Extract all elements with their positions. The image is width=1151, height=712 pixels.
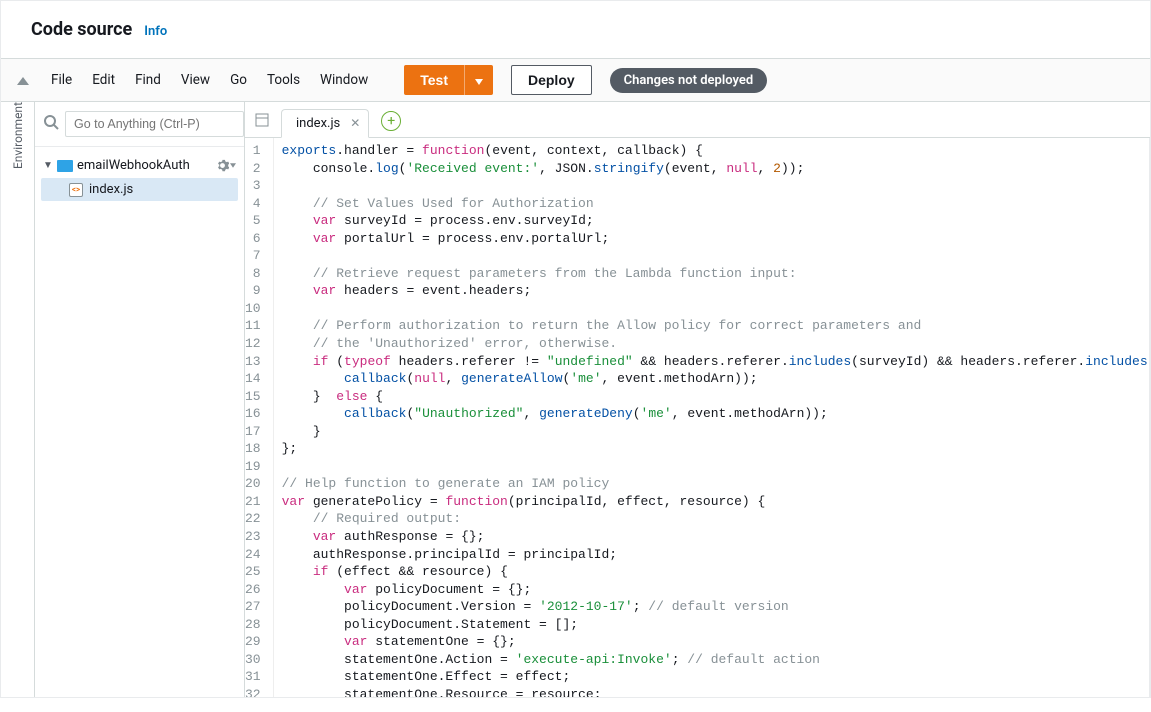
line-number: 17 xyxy=(245,423,267,441)
collapse-toggle-icon[interactable] xyxy=(11,68,35,92)
line-number: 29 xyxy=(245,633,267,651)
app-frame: Code source Info File Edit Find View Go … xyxy=(0,0,1151,698)
tab-indexjs[interactable]: index.js ✕ xyxy=(281,109,369,138)
panel-header: Code source Info xyxy=(1,1,1150,58)
line-number: 31 xyxy=(245,668,267,686)
test-button[interactable]: Test xyxy=(404,65,464,95)
sidebar-tab-label: Environment xyxy=(11,102,25,185)
goto-search-row xyxy=(35,102,244,147)
search-icon[interactable] xyxy=(43,114,59,134)
line-number: 1 xyxy=(245,142,267,160)
line-number: 16 xyxy=(245,405,267,423)
folder-icon xyxy=(57,160,73,172)
tab-list-icon[interactable] xyxy=(253,111,271,129)
menu-find[interactable]: Find xyxy=(135,72,161,88)
line-number: 25 xyxy=(245,563,267,581)
line-number: 5 xyxy=(245,212,267,230)
line-number: 19 xyxy=(245,458,267,476)
line-number: 12 xyxy=(245,335,267,353)
line-number: 27 xyxy=(245,598,267,616)
file-tree: ▼ emailWebhookAuth <> index.js xyxy=(35,147,244,209)
menu-go[interactable]: Go xyxy=(230,72,247,88)
code-editor[interactable]: 1234567891011121314151617181920212223242… xyxy=(245,138,1150,697)
goto-input[interactable] xyxy=(65,111,244,137)
close-tab-icon[interactable]: ✕ xyxy=(350,116,360,130)
test-dropdown[interactable] xyxy=(464,65,493,95)
line-number: 6 xyxy=(245,230,267,248)
tab-label: index.js xyxy=(296,116,340,131)
line-number: 4 xyxy=(245,195,267,213)
line-number: 13 xyxy=(245,353,267,371)
tree-folder-root[interactable]: ▼ emailWebhookAuth xyxy=(41,155,238,176)
line-number: 10 xyxy=(245,300,267,318)
line-number: 23 xyxy=(245,528,267,546)
line-number: 21 xyxy=(245,493,267,511)
tree-file-indexjs[interactable]: <> index.js xyxy=(41,178,238,201)
menu-file[interactable]: File xyxy=(51,72,72,88)
line-number: 11 xyxy=(245,317,267,335)
line-number: 3 xyxy=(245,177,267,195)
folder-name: emailWebhookAuth xyxy=(77,158,190,173)
workspace: Environment ▼ emailWebhookAuth xyxy=(1,102,1150,697)
menu-window[interactable]: Window xyxy=(320,72,368,88)
menu-tools[interactable]: Tools xyxy=(267,72,300,88)
menu-view[interactable]: View xyxy=(181,72,210,88)
file-explorer: ▼ emailWebhookAuth <> index.js xyxy=(35,102,245,697)
line-number: 32 xyxy=(245,686,267,697)
line-number: 28 xyxy=(245,616,267,634)
folder-settings-icon[interactable] xyxy=(216,159,236,172)
line-number: 15 xyxy=(245,388,267,406)
test-button-group: Test xyxy=(404,65,493,95)
line-number: 30 xyxy=(245,651,267,669)
line-number: 26 xyxy=(245,581,267,599)
sidebar-tab-environment[interactable]: Environment xyxy=(1,102,35,697)
line-gutter: 1234567891011121314151617181920212223242… xyxy=(245,138,274,697)
toolbar: File Edit Find View Go Tools Window Test… xyxy=(1,58,1150,102)
line-number: 8 xyxy=(245,265,267,283)
info-link[interactable]: Info xyxy=(144,24,167,39)
caret-down-icon: ▼ xyxy=(43,160,53,171)
editor-area: index.js ✕ + 123456789101112131415161718… xyxy=(245,102,1150,697)
deploy-status-badge: Changes not deployed xyxy=(610,68,767,93)
file-name: index.js xyxy=(89,182,133,197)
deploy-button[interactable]: Deploy xyxy=(511,65,592,95)
line-number: 14 xyxy=(245,370,267,388)
line-number: 7 xyxy=(245,247,267,265)
menubar: File Edit Find View Go Tools Window xyxy=(39,72,380,88)
page-title: Code source xyxy=(31,19,132,40)
js-file-icon: <> xyxy=(69,183,83,197)
line-number: 9 xyxy=(245,282,267,300)
new-tab-button[interactable]: + xyxy=(381,111,401,131)
line-number: 24 xyxy=(245,546,267,564)
code-body[interactable]: exports.handler = function(event, contex… xyxy=(274,138,1150,697)
line-number: 18 xyxy=(245,440,267,458)
tab-bar: index.js ✕ + xyxy=(245,102,1150,138)
menu-edit[interactable]: Edit xyxy=(92,72,115,88)
line-number: 20 xyxy=(245,475,267,493)
line-number: 2 xyxy=(245,160,267,178)
line-number: 22 xyxy=(245,510,267,528)
